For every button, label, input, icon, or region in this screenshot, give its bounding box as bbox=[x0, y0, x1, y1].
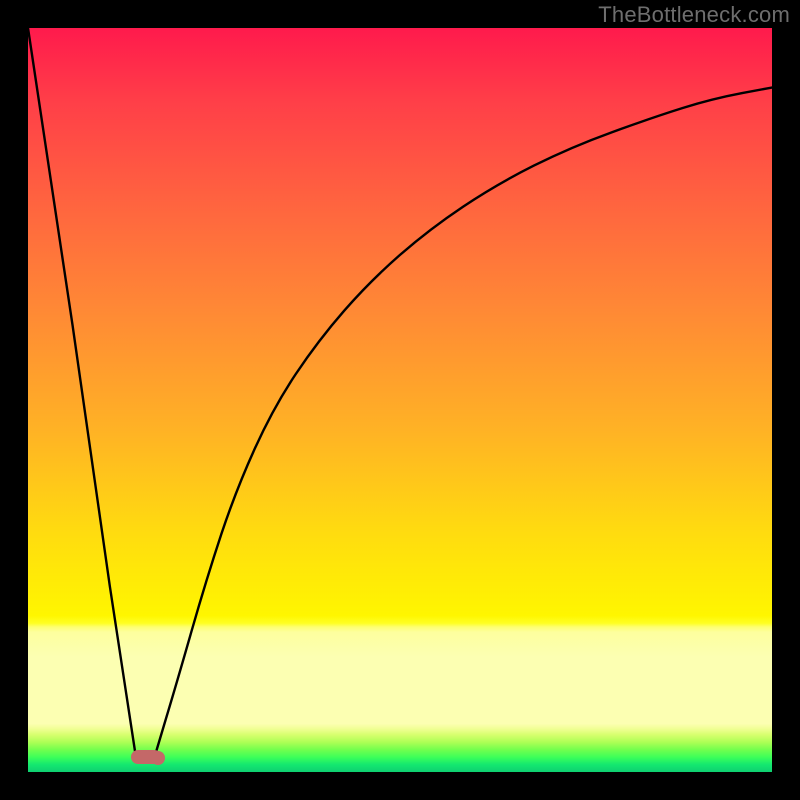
curve-left-branch bbox=[28, 28, 136, 757]
plot-area bbox=[28, 28, 772, 772]
curve-layer bbox=[28, 28, 772, 772]
curve-right-branch bbox=[155, 88, 773, 758]
cusp-marker bbox=[131, 750, 163, 764]
watermark-label: TheBottleneck.com bbox=[598, 2, 790, 28]
chart-canvas: TheBottleneck.com bbox=[0, 0, 800, 800]
